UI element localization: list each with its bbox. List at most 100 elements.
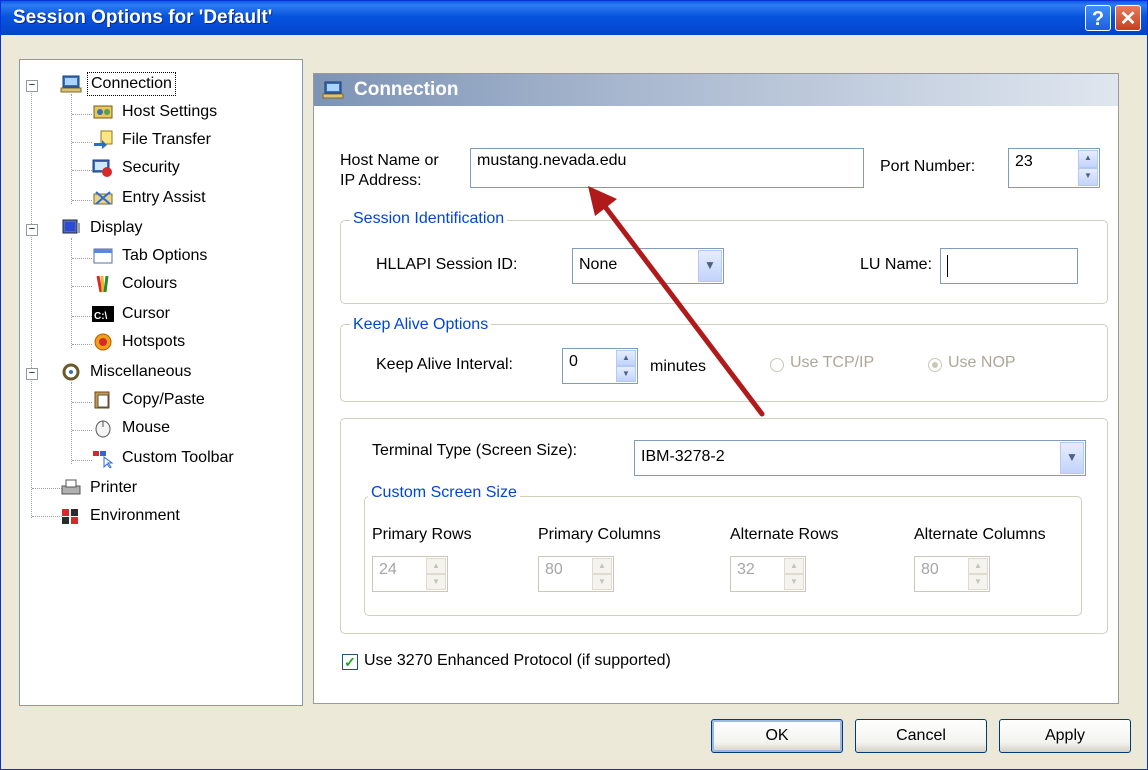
tree-item-label: Printer <box>90 479 138 496</box>
use-nop-radio[interactable] <box>928 358 942 372</box>
use-nop-label: Use NOP <box>948 354 1016 371</box>
tree-connector <box>72 316 92 317</box>
tree-item-label: Custom Toolbar <box>122 449 234 466</box>
tree-connector <box>32 488 62 489</box>
custom-screen-size-title: Custom Screen Size <box>368 484 520 502</box>
display-icon <box>62 219 80 234</box>
up-arrow-icon[interactable]: ▲ <box>592 558 612 574</box>
security-icon <box>92 159 112 177</box>
ok-button[interactable]: OK <box>711 719 843 753</box>
tree-connector <box>72 286 92 287</box>
use-tcp-ip-radio[interactable] <box>770 358 784 372</box>
tree-connector <box>32 516 62 517</box>
port-number-stepper[interactable]: 23 ▲ ▼ <box>1008 148 1100 188</box>
expand-display-toggle[interactable]: − <box>26 224 38 236</box>
down-arrow-icon[interactable]: ▼ <box>784 574 804 590</box>
help-button[interactable]: ? <box>1085 5 1111 31</box>
up-arrow-icon[interactable]: ▲ <box>426 558 446 574</box>
enhanced-protocol-checkbox[interactable]: ✓ <box>342 654 358 670</box>
terminal-type-label: Terminal Type (Screen Size): <box>372 442 578 459</box>
hotspots-icon <box>94 333 112 351</box>
hllapi-session-id-select[interactable]: None ▼ <box>572 248 724 284</box>
host-name-label-line1: Host Name or <box>340 152 439 169</box>
checkmark-icon: ✓ <box>344 654 356 670</box>
tree-item-label: Environment <box>90 507 180 524</box>
tree-connector <box>72 430 92 431</box>
title-bar[interactable]: Session Options for 'Default' ? ✕ <box>1 1 1147 35</box>
tree-connector <box>72 142 92 143</box>
window-title: Session Options for 'Default' <box>13 7 273 28</box>
tree-connector <box>71 238 72 348</box>
tree-connector <box>72 170 92 171</box>
miscellaneous-icon <box>62 363 80 381</box>
tree-item-label: Colours <box>122 275 178 292</box>
lu-name-input[interactable] <box>940 248 1078 284</box>
tree-connector <box>71 94 72 204</box>
expand-miscellaneous-toggle[interactable]: − <box>26 368 38 380</box>
interval-up-arrow-icon[interactable]: ▲ <box>616 350 636 366</box>
port-up-arrow-icon[interactable]: ▲ <box>1078 150 1098 168</box>
colours-icon <box>96 275 109 293</box>
primary-rows-value: 24 <box>379 561 397 578</box>
hllapi-session-id-value: None <box>579 256 618 273</box>
keep-alive-title: Keep Alive Options <box>350 316 492 334</box>
text-caret <box>947 255 948 277</box>
primary-rows-stepper[interactable]: 24 ▲ ▼ <box>372 556 448 592</box>
host-name-label-line2: IP Address: <box>340 172 422 189</box>
cancel-button[interactable]: Cancel <box>855 719 987 753</box>
options-tree[interactable]: − Connection Host Settings File Transfer… <box>19 59 303 706</box>
tree-item-label: Hotspots <box>122 333 186 350</box>
down-arrow-icon[interactable]: ▼ <box>592 574 612 590</box>
session-identification-title: Session Identification <box>350 210 508 228</box>
tree-item-label: Security <box>122 159 180 176</box>
custom-toolbar-icon <box>93 451 114 468</box>
tree-connector <box>31 360 32 518</box>
port-number-value: 23 <box>1015 153 1033 170</box>
enhanced-protocol-label: Use 3270 Enhanced Protocol (if supported… <box>364 652 671 669</box>
alternate-columns-value: 80 <box>921 561 939 578</box>
svg-text:C:\: C:\ <box>94 311 108 322</box>
expand-connection-toggle[interactable]: − <box>26 80 38 92</box>
tree-connector <box>72 402 92 403</box>
entry-assist-icon <box>93 191 113 205</box>
port-down-arrow-icon[interactable]: ▼ <box>1078 168 1098 186</box>
tree-item-label: Mouse <box>122 419 171 436</box>
keep-alive-interval-value: 0 <box>569 353 578 370</box>
up-arrow-icon[interactable]: ▲ <box>968 558 988 574</box>
terminal-type-value: IBM-3278-2 <box>641 448 725 465</box>
panel-header: Connection <box>314 74 1118 106</box>
terminal-type-select[interactable]: IBM-3278-2 ▼ <box>634 440 1086 476</box>
session-options-dialog: Session Options for 'Default' ? ✕ − Conn… <box>0 0 1148 770</box>
apply-button[interactable]: Apply <box>999 719 1131 753</box>
chevron-down-icon[interactable]: ▼ <box>1060 442 1084 474</box>
down-arrow-icon[interactable]: ▼ <box>968 574 988 590</box>
chevron-down-icon[interactable]: ▼ <box>698 250 722 282</box>
alternate-rows-value: 32 <box>737 561 755 578</box>
cursor-icon: C:\ <box>92 306 114 322</box>
down-arrow-icon[interactable]: ▼ <box>426 574 446 590</box>
tree-item-label: Tab Options <box>122 247 208 264</box>
tree-connector <box>71 382 72 464</box>
copy-paste-icon <box>94 391 110 409</box>
tree-item-label: File Transfer <box>122 131 211 148</box>
host-name-value: mustang.nevada.edu <box>477 152 627 169</box>
close-button[interactable]: ✕ <box>1115 5 1141 31</box>
tree-item-label: Copy/Paste <box>122 391 205 408</box>
primary-columns-stepper[interactable]: 80 ▲ ▼ <box>538 556 614 592</box>
lu-name-label: LU Name: <box>860 256 933 273</box>
alternate-rows-stepper[interactable]: 32 ▲ ▼ <box>730 556 806 592</box>
tab-options-icon <box>93 248 113 264</box>
use-tcp-ip-label: Use TCP/IP <box>790 354 875 371</box>
up-arrow-icon[interactable]: ▲ <box>784 558 804 574</box>
mouse-icon <box>95 420 111 438</box>
alternate-columns-stepper[interactable]: 80 ▲ ▼ <box>914 556 990 592</box>
interval-down-arrow-icon[interactable]: ▼ <box>616 366 636 382</box>
close-icon: ✕ <box>1119 8 1137 30</box>
keep-alive-interval-stepper[interactable]: 0 ▲ ▼ <box>562 348 638 384</box>
printer-icon <box>61 479 81 495</box>
alternate-rows-label: Alternate Rows <box>730 526 839 543</box>
host-name-input[interactable]: mustang.nevada.edu <box>470 148 864 188</box>
file-transfer-icon <box>94 130 113 149</box>
tree-item-label: Display <box>90 219 143 236</box>
connection-panel: Connection Host Name or IP Address: must… <box>313 73 1119 704</box>
